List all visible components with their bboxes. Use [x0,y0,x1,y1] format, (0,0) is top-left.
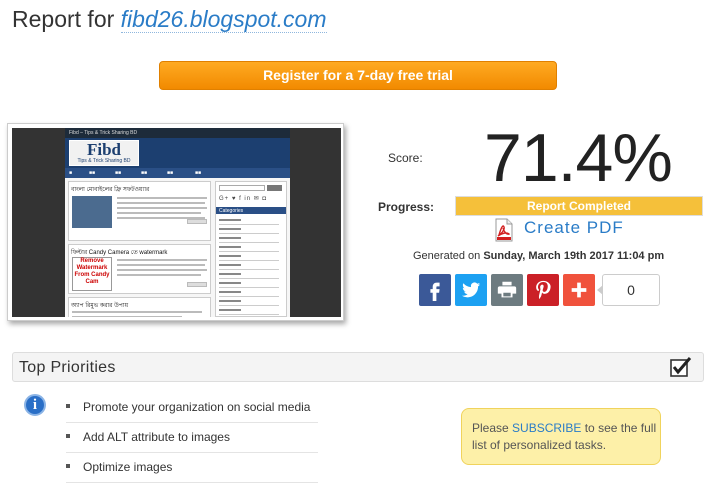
thumb-sidebar: G+ ♥ f in ✉ ◘ Categories [215,181,287,317]
report-title: Report for fibd26.blogspot.com [12,6,327,33]
twitter-icon [461,282,481,298]
thumb-social-icons: G+ ♥ f in ✉ ◘ [219,196,268,202]
site-screenshot: Fibd – Tips & Trick Sharing BD Fibd Tips… [7,123,344,321]
priority-item[interactable]: Promote your organization on social medi… [66,393,318,423]
priority-item-label: Optimize images [83,460,173,474]
info-icon: i [24,394,46,416]
subscribe-notice: Please SUBSCRIBE to see the full list of… [461,408,661,465]
score-value: 71.4% [484,120,673,196]
generated-datetime: Sunday, March 19th 2017 11:04 pm [483,250,665,262]
progress-label: Progress: [378,200,435,214]
twitter-share-button[interactable] [455,274,487,306]
thumb-topbar: Fibd – Tips & Trick Sharing BD [65,128,290,138]
generated-prefix: Generated on [413,250,481,262]
progress-bar: Report Completed [455,196,703,216]
score-label: Score: [388,151,423,165]
thumb-topbar-text: Fibd – Tips & Trick Sharing BD [69,130,138,136]
thumb-post-title: বাংলা মোবাইলের ফ্রি সফটওয়্যার [71,187,150,193]
report-title-prefix: Report for [12,6,115,32]
priority-item-label: Promote your organization on social medi… [83,400,311,414]
pinterest-share-button[interactable] [527,274,559,306]
bullet-icon [66,434,70,438]
thumb-post: ফিল্টার Candy Camera তে watermark Remove… [68,244,211,294]
site-screenshot-image: Fibd – Tips & Trick Sharing BD Fibd Tips… [12,128,341,317]
thumb-nav: ■ ■■ ■■ ■■ ■■ ■■ [65,168,290,178]
subscribe-text-before: Please [472,421,513,435]
bullet-icon [66,464,70,468]
plus-icon [571,282,587,298]
thumb-post-title: অ্যাপ রিমুভ করার উপায় [71,303,129,309]
thumb-main: বাংলা মোবাইলের ফ্রি সফটওয়্যার ফিল্টার C… [65,178,290,317]
facebook-icon [430,282,440,301]
thumb-categories: Categories [219,208,244,214]
top-priorities-header: Top Priorities [12,352,704,382]
priority-item-label: Add ALT attribute to images [83,430,230,444]
thumb-header: Fibd Tips & Trick Sharing BD [65,138,290,168]
print-button[interactable] [491,274,523,306]
more-share-button[interactable] [563,274,595,306]
share-count: 0 [597,274,660,306]
priority-item[interactable]: Add ALT attribute to images [66,423,318,453]
facebook-share-button[interactable] [419,274,451,306]
thumb-post: বাংলা মোবাইলের ফ্রি সফটওয়্যার [68,181,211,241]
site-link[interactable]: fibd26.blogspot.com [120,6,327,33]
thumb-post: অ্যাপ রিমুভ করার উপায় [68,297,211,317]
subscribe-link[interactable]: SUBSCRIBE [512,421,581,435]
progress-status: Report Completed [526,199,631,213]
thumb-logo-sub: Tips & Trick Sharing BD [77,158,131,164]
thumb-post-image [72,196,112,228]
thumb-post-image: Remove Watermark From Candy Cam [72,257,112,291]
create-pdf-link[interactable]: Create PDF [524,218,624,238]
pdf-icon[interactable] [493,218,515,242]
pinterest-icon [536,280,551,299]
checkbox-checked-icon[interactable] [670,357,692,377]
register-trial-button[interactable]: Register for a 7-day free trial [159,61,557,90]
thumb-logo: Fibd Tips & Trick Sharing BD [69,140,139,166]
priority-item[interactable]: Optimize images [66,453,318,483]
bullet-icon [66,404,70,408]
generated-info: Generated on Sunday, March 19th 2017 11:… [413,250,664,262]
print-icon [497,281,517,298]
thumb-logo-text: Fibd [86,140,122,159]
top-priorities-title: Top Priorities [19,359,116,376]
